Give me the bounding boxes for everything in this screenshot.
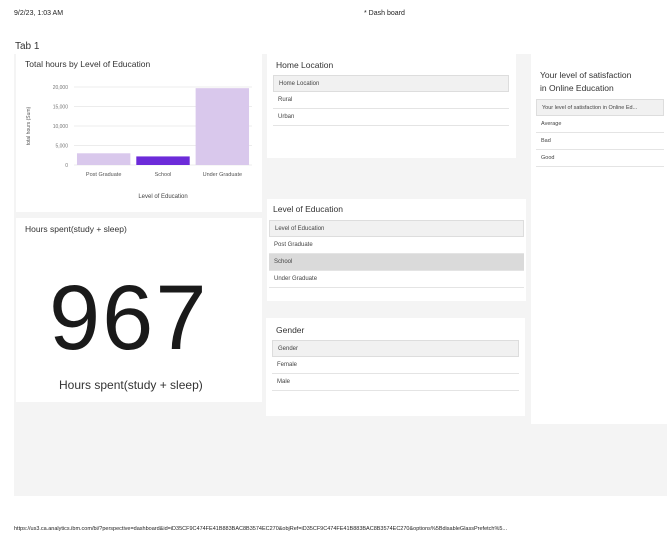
education-title: Level of Education bbox=[273, 204, 343, 214]
education-table: Level of Education Post Graduate School … bbox=[269, 220, 524, 288]
y-tick-label: 15,000 bbox=[53, 105, 69, 111]
hours-label: Hours spent(study + sleep) bbox=[59, 378, 203, 392]
education-card[interactable]: Level of Education Level of Education Po… bbox=[267, 199, 526, 301]
bar-school bbox=[136, 156, 190, 165]
x-tick-label: School bbox=[155, 172, 172, 178]
education-row-school[interactable]: School bbox=[269, 254, 524, 271]
gender-title: Gender bbox=[276, 325, 305, 335]
x-tick-label: Under Graduate bbox=[203, 172, 242, 178]
education-row-under-graduate[interactable]: Under Graduate bbox=[269, 271, 524, 288]
home-location-table: Home Location Rural Urban bbox=[273, 75, 509, 126]
gender-row-male[interactable]: Male bbox=[272, 374, 519, 391]
satisfaction-title-line1: Your level of satisfaction bbox=[540, 70, 632, 80]
satisfaction-row-average[interactable]: Average bbox=[536, 116, 664, 133]
home-location-card[interactable]: Home Location Home Location Rural Urban bbox=[267, 54, 516, 158]
bar-chart: 0 5,000 10,000 15,000 20,000 total hours (Sum… bbox=[26, 85, 252, 200]
satisfaction-table: Your level of satisfaction in Online Ed.… bbox=[536, 99, 664, 167]
x-tick-label: Post Graduate bbox=[86, 172, 121, 178]
bar-post-graduate bbox=[76, 153, 131, 165]
home-location-row-rural[interactable]: Rural bbox=[273, 92, 509, 109]
page-url: https://us3.ca.analytics.ibm.com/bi/?per… bbox=[14, 526, 507, 532]
bar-under-graduate bbox=[195, 88, 250, 165]
satisfaction-card[interactable]: Your level of satisfaction in Online Edu… bbox=[531, 54, 667, 424]
home-location-title: Home Location bbox=[276, 60, 334, 70]
y-axis-label: total hours (Sum) bbox=[26, 106, 32, 145]
hours-value: 967 bbox=[49, 267, 209, 369]
satisfaction-title: Your level of satisfaction in Online Edu… bbox=[540, 69, 631, 95]
education-row-post-graduate[interactable]: Post Graduate bbox=[269, 237, 524, 254]
satisfaction-row-bad[interactable]: Bad bbox=[536, 133, 664, 150]
hours-card-title: Hours spent(study + sleep) bbox=[25, 224, 127, 234]
gender-row-female[interactable]: Female bbox=[272, 357, 519, 374]
y-tick-label: 20,000 bbox=[53, 85, 69, 91]
timestamp: 9/2/23, 1:03 AM bbox=[14, 10, 64, 17]
home-location-row-urban[interactable]: Urban bbox=[273, 109, 509, 126]
bar-chart-card[interactable]: Total hours by Level of Education 0 5,000… bbox=[16, 54, 262, 212]
y-tick-label: 5,000 bbox=[55, 144, 68, 150]
tab-1[interactable]: Tab 1 bbox=[15, 41, 39, 52]
page-title: * Dash board bbox=[364, 10, 405, 17]
gender-card[interactable]: Gender Gender Female Male bbox=[266, 318, 525, 416]
satisfaction-row-good[interactable]: Good bbox=[536, 150, 664, 167]
gender-header: Gender bbox=[272, 340, 519, 357]
home-location-header: Home Location bbox=[273, 75, 509, 92]
gender-table: Gender Female Male bbox=[272, 340, 519, 391]
y-tick-label: 0 bbox=[65, 163, 68, 169]
x-axis-label: Level of Education bbox=[138, 194, 187, 200]
education-header: Level of Education bbox=[269, 220, 524, 237]
satisfaction-header: Your level of satisfaction in Online Ed.… bbox=[536, 99, 664, 116]
hours-card[interactable]: Hours spent(study + sleep) 967 Hours spe… bbox=[16, 218, 262, 402]
y-tick-label: 10,000 bbox=[53, 124, 69, 130]
satisfaction-title-line2: in Online Education bbox=[540, 83, 614, 93]
